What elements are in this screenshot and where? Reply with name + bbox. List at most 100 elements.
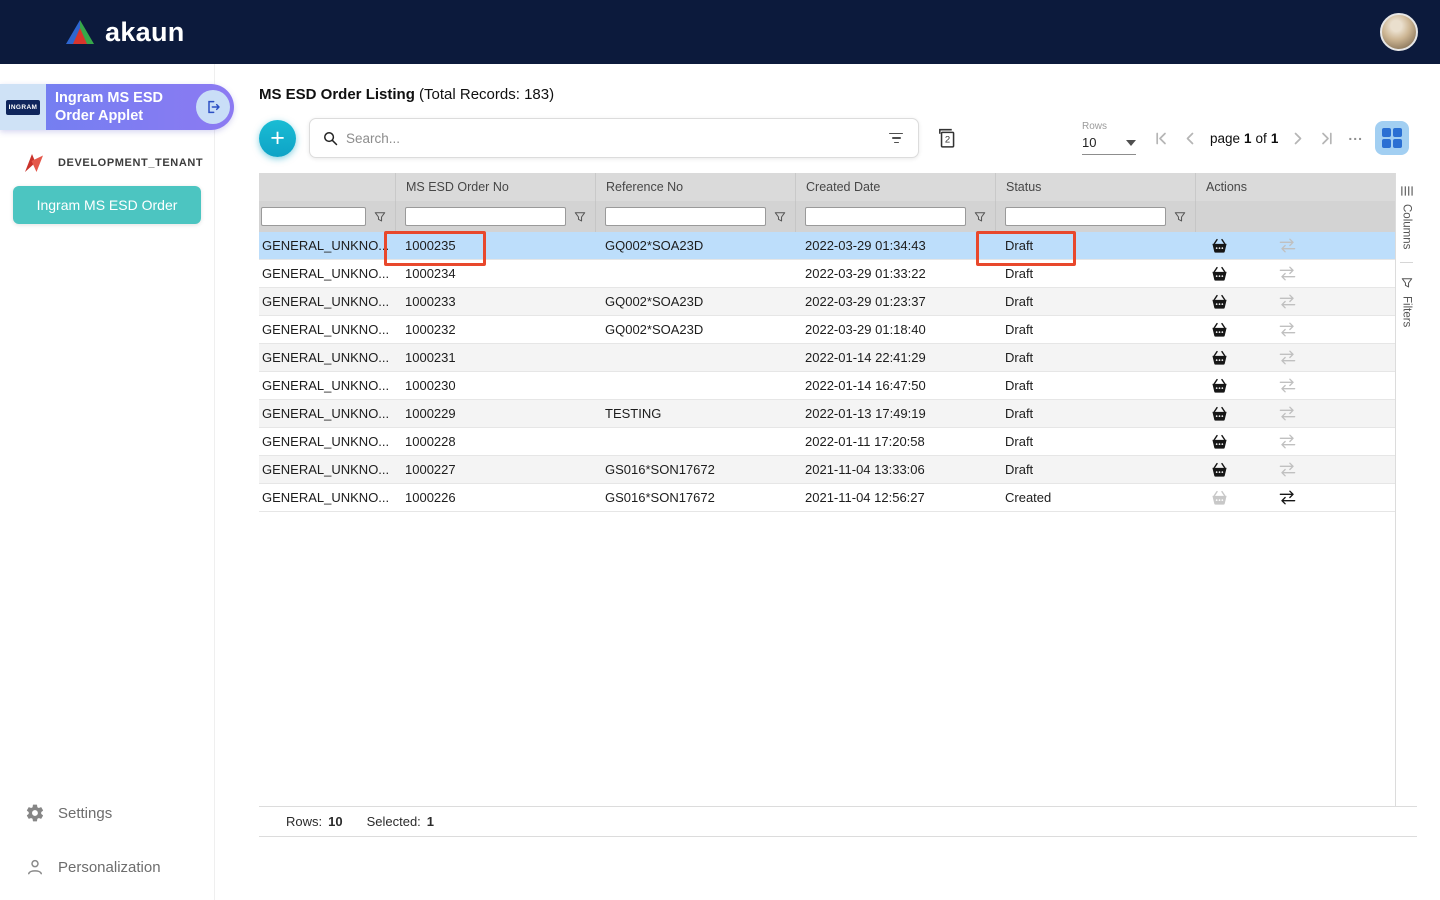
funnel-icon[interactable] (374, 211, 386, 223)
filter-list-icon[interactable] (887, 131, 905, 146)
transfer-icon[interactable] (1278, 294, 1297, 309)
footer-selected-label: Selected: (367, 814, 421, 829)
prev-page-button[interactable] (1181, 129, 1200, 148)
filter-input-reference-no[interactable] (605, 207, 766, 226)
cell-created-date: 2021-11-04 13:33:06 (795, 456, 995, 483)
table-row[interactable]: GENERAL_UNKNO... 1000228 2022-01-11 17:2… (259, 428, 1395, 456)
basket-icon[interactable] (1211, 350, 1228, 366)
table-row[interactable]: GENERAL_UNKNO... 1000229 TESTING 2022-01… (259, 400, 1395, 428)
cell-entity: GENERAL_UNKNO... (259, 484, 395, 511)
applet-header[interactable]: INGRAM Ingram MS ESD Order Applet (0, 84, 234, 130)
transfer-icon[interactable] (1278, 350, 1297, 365)
grid-icon (1382, 128, 1403, 149)
filter-input-order-no[interactable] (405, 207, 566, 226)
cell-status: Draft (995, 428, 1195, 455)
cell-actions (1195, 316, 1395, 343)
cell-reference-no (595, 260, 795, 287)
table-row[interactable]: GENERAL_UNKNO... 1000230 2022-01-14 16:4… (259, 372, 1395, 400)
cell-order-no: 1000230 (395, 372, 595, 399)
cell-status: Draft (995, 288, 1195, 315)
funnel-icon[interactable] (1174, 211, 1186, 223)
basket-icon[interactable] (1211, 322, 1228, 338)
cell-status: Created (995, 484, 1195, 511)
last-page-button[interactable] (1317, 129, 1336, 148)
tenant-icon (22, 151, 46, 175)
user-avatar[interactable] (1380, 13, 1418, 51)
filter-input-entity[interactable] (261, 207, 366, 226)
table-row[interactable]: GENERAL_UNKNO... 1000232 GQ002*SOA23D 20… (259, 316, 1395, 344)
columns-tab[interactable]: Columns (1400, 185, 1413, 263)
column-header-status[interactable]: Status (995, 173, 1195, 201)
rows-per-page-select[interactable]: Rows 10 (1082, 121, 1136, 155)
cell-status: Draft (995, 260, 1195, 287)
basket-icon[interactable] (1211, 378, 1228, 394)
cell-order-no: 1000228 (395, 428, 595, 455)
grid-view-button[interactable] (1375, 121, 1409, 155)
funnel-icon[interactable] (574, 211, 586, 223)
cell-entity: GENERAL_UNKNO... (259, 400, 395, 427)
table-row[interactable]: GENERAL_UNKNO... 1000226 GS016*SON17672 … (259, 484, 1395, 512)
filter-input-status[interactable] (1005, 207, 1166, 226)
sidebar: INGRAM Ingram MS ESD Order Applet DEVELO… (0, 64, 215, 900)
transfer-icon[interactable] (1278, 266, 1297, 281)
module-button-ingram-ms-esd-order[interactable]: Ingram MS ESD Order (13, 186, 201, 224)
cell-entity: GENERAL_UNKNO... (259, 232, 395, 259)
transfer-icon[interactable] (1278, 378, 1297, 393)
column-header-reference-no[interactable]: Reference No (595, 173, 795, 201)
cell-actions (1195, 484, 1395, 511)
basket-icon[interactable] (1211, 266, 1228, 282)
funnel-icon[interactable] (974, 211, 986, 223)
basket-icon[interactable] (1211, 406, 1228, 422)
transfer-icon[interactable] (1278, 434, 1297, 449)
cell-order-no: 1000226 (395, 484, 595, 511)
basket-icon[interactable] (1211, 490, 1228, 506)
column-header-created-date[interactable]: Created Date (795, 173, 995, 201)
table-row[interactable]: GENERAL_UNKNO... 1000234 2022-03-29 01:3… (259, 260, 1395, 288)
multi-select-button[interactable]: 2 (936, 127, 957, 149)
table-side-panel: Columns Filters (1395, 173, 1417, 806)
column-header-order-no[interactable]: MS ESD Order No (395, 173, 595, 201)
basket-icon[interactable] (1211, 238, 1228, 254)
more-options-button[interactable]: ... (1346, 127, 1365, 149)
table-filter-row (259, 201, 1395, 232)
funnel-icon[interactable] (774, 211, 786, 223)
transfer-icon[interactable] (1278, 490, 1297, 505)
cell-entity: GENERAL_UNKNO... (259, 288, 395, 315)
cell-entity: GENERAL_UNKNO... (259, 456, 395, 483)
table-row[interactable]: GENERAL_UNKNO... 1000235 GQ002*SOA23D 20… (259, 232, 1395, 260)
cell-actions (1195, 456, 1395, 483)
sidebar-item-settings[interactable]: Settings (0, 798, 215, 828)
cell-order-no: 1000227 (395, 456, 595, 483)
basket-icon[interactable] (1211, 434, 1228, 450)
basket-icon[interactable] (1211, 294, 1228, 310)
cell-actions (1195, 428, 1395, 455)
add-button[interactable]: + (259, 120, 296, 157)
toolbar-right: Rows 10 page 1 of 1 (1082, 121, 1409, 155)
cell-created-date: 2022-03-29 01:23:37 (795, 288, 995, 315)
transfer-icon[interactable] (1278, 238, 1297, 253)
cell-actions (1195, 344, 1395, 371)
cell-reference-no: GQ002*SOA23D (595, 232, 795, 259)
column-header-actions[interactable]: Actions (1195, 173, 1395, 201)
transfer-icon[interactable] (1278, 462, 1297, 477)
transfer-icon[interactable] (1278, 406, 1297, 421)
settings-label: Settings (58, 805, 112, 822)
tenant-selector[interactable]: DEVELOPMENT_TENANT (0, 148, 215, 178)
column-header-entity[interactable] (259, 173, 395, 201)
filters-tab[interactable]: Filters (1401, 277, 1413, 340)
basket-icon[interactable] (1211, 462, 1228, 478)
cell-reference-no (595, 428, 795, 455)
table-row[interactable]: GENERAL_UNKNO... 1000231 2022-01-14 22:4… (259, 344, 1395, 372)
cell-order-no: 1000234 (395, 260, 595, 287)
sidebar-item-personalization[interactable]: Personalization (0, 852, 215, 882)
filter-input-created-date[interactable] (805, 207, 966, 226)
transfer-icon[interactable] (1278, 322, 1297, 337)
search-input[interactable] (346, 131, 887, 146)
table-row[interactable]: GENERAL_UNKNO... 1000233 GQ002*SOA23D 20… (259, 288, 1395, 316)
next-page-button[interactable] (1288, 129, 1307, 148)
cell-actions (1195, 288, 1395, 315)
chevron-down-icon (1126, 140, 1136, 146)
first-page-button[interactable] (1152, 129, 1171, 148)
exit-applet-button[interactable] (196, 90, 230, 124)
table-row[interactable]: GENERAL_UNKNO... 1000227 GS016*SON17672 … (259, 456, 1395, 484)
